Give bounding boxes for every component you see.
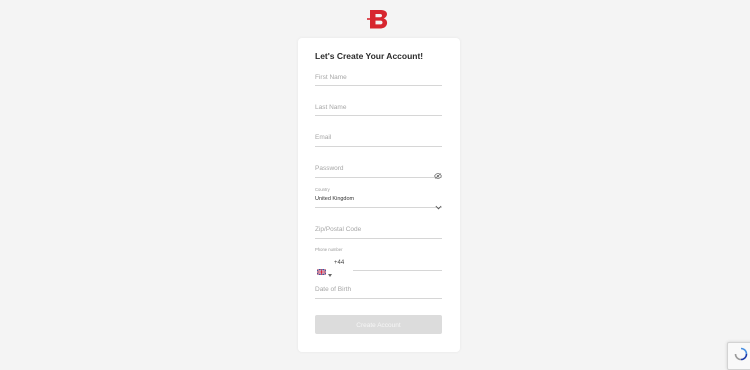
date-of-birth-placeholder: Date of Birth (315, 286, 352, 293)
first-name-placeholder: First Name (315, 74, 347, 81)
last-name-placeholder: Last Name (315, 104, 347, 111)
phone-dial-code: +44 (334, 260, 345, 266)
uk-flag-icon (316, 262, 327, 276)
password-placeholder: Password (315, 165, 344, 172)
country-code-selector[interactable]: +44 (315, 260, 349, 277)
eye-off-icon[interactable] (434, 166, 442, 179)
caret-down-icon (328, 264, 332, 277)
recaptcha-icon[interactable] (727, 342, 750, 370)
email-field[interactable]: Email (315, 133, 442, 147)
country-label: Country (315, 187, 330, 192)
phone-field: Phone number +44 (315, 247, 442, 277)
chevron-down-icon[interactable] (435, 197, 442, 210)
brand-b-logo-icon (366, 6, 392, 32)
phone-number-input[interactable] (353, 270, 442, 271)
password-field[interactable]: Password (315, 164, 442, 179)
zip-code-placeholder: Zip/Postal Code (315, 226, 362, 233)
date-of-birth-field[interactable]: Date of Birth (315, 285, 442, 299)
create-account-button[interactable]: Create Account (315, 315, 442, 334)
country-value: United Kingdom (315, 196, 355, 202)
signup-card: Let's Create Your Account! First Name La… (298, 38, 460, 352)
first-name-field[interactable]: First Name (315, 73, 442, 86)
email-placeholder: Email (315, 134, 332, 141)
phone-label: Phone number (315, 247, 343, 252)
country-select[interactable]: Country United Kingdom (315, 187, 442, 210)
zip-code-field[interactable]: Zip/Postal Code (315, 225, 442, 239)
last-name-field[interactable]: Last Name (315, 103, 442, 116)
form-title: Let's Create Your Account! (315, 51, 424, 61)
